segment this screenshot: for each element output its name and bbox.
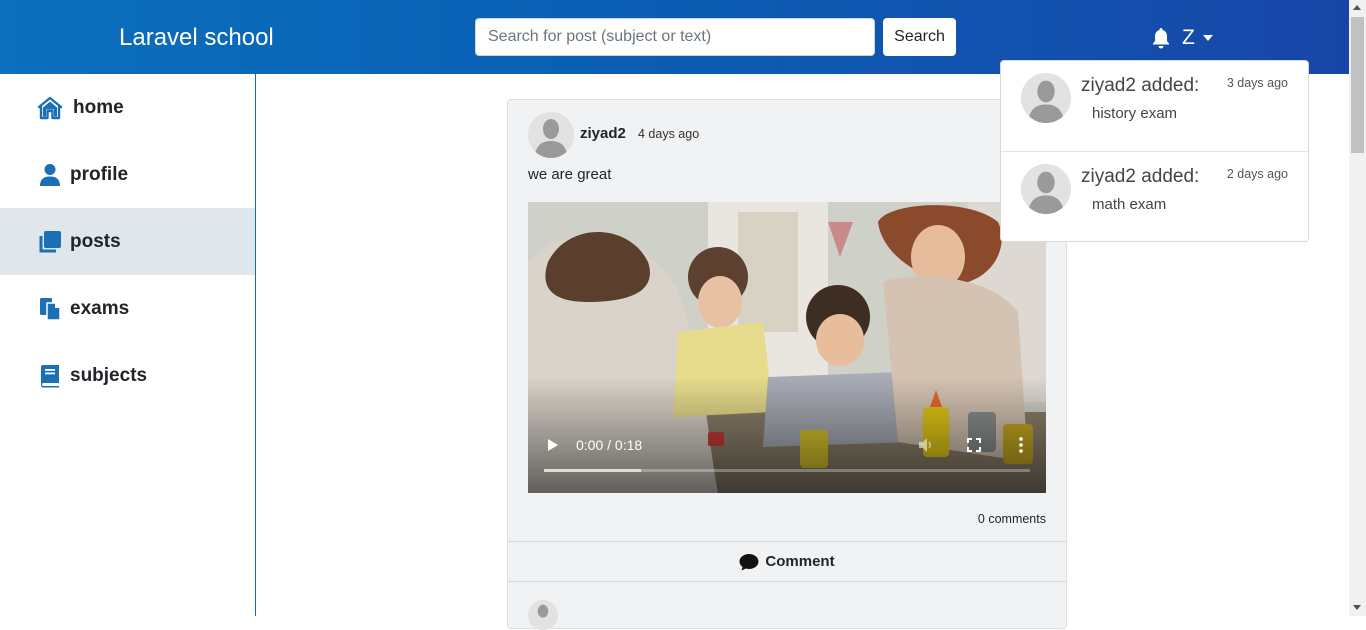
video-progress-track[interactable]	[544, 469, 1030, 472]
default-avatar-icon	[1021, 164, 1071, 214]
notification-text: math exam	[1092, 196, 1167, 213]
notification-author: ziyad2 added:	[1081, 166, 1200, 187]
notifications-dropdown: ziyad2 added: 3 days ago history exam zi…	[1000, 60, 1309, 242]
exams-icon	[40, 297, 61, 321]
avatar[interactable]	[528, 112, 574, 158]
volume-icon[interactable]	[918, 437, 934, 453]
user-initial: Z	[1182, 26, 1195, 49]
play-icon[interactable]	[548, 439, 558, 451]
post-text: we are great	[528, 166, 612, 183]
page-scrollbar[interactable]	[1349, 0, 1366, 616]
sidebar: home profile posts exams subjects	[0, 74, 256, 616]
notification-item[interactable]: ziyad2 added: 3 days ago history exam	[1001, 61, 1308, 151]
sidebar-item-label: home	[73, 96, 124, 118]
post-card: ziyad2 4 days ago we are great 0:00 / 0:…	[507, 99, 1067, 630]
user-icon	[40, 163, 60, 186]
video-buffered-fill	[544, 469, 642, 472]
comments-count[interactable]: 0 comments	[978, 512, 1046, 526]
comment-button[interactable]: Comment	[508, 541, 1066, 582]
notification-item[interactable]: ziyad2 added: 2 days ago math exam	[1001, 151, 1308, 241]
video-time: 0:00 / 0:18	[576, 437, 643, 453]
scroll-up-icon[interactable]	[1353, 5, 1361, 10]
comment-avatar	[528, 600, 558, 630]
post-author[interactable]: ziyad2	[580, 125, 626, 142]
posts-icon	[39, 230, 61, 252]
book-icon	[41, 364, 59, 387]
scroll-down-icon[interactable]	[1353, 605, 1361, 610]
sidebar-item-label: posts	[70, 230, 121, 252]
sidebar-item-posts[interactable]: posts	[0, 208, 255, 275]
video-player[interactable]: 0:00 / 0:18	[528, 202, 1046, 493]
comment-icon	[739, 553, 759, 570]
notification-time: 3 days ago	[1226, 76, 1288, 90]
home-icon	[38, 96, 62, 119]
caret-down-icon	[1202, 35, 1213, 41]
avatar	[1021, 164, 1071, 214]
scroll-thumb[interactable]	[1351, 17, 1364, 153]
bell-icon[interactable]	[1151, 27, 1171, 49]
sidebar-item-label: profile	[70, 163, 129, 185]
default-avatar-icon	[1021, 73, 1071, 123]
fullscreen-icon[interactable]	[967, 438, 981, 452]
notification-text: history exam	[1092, 105, 1178, 122]
sidebar-item-profile[interactable]: profile	[0, 141, 255, 208]
sidebar-item-subjects[interactable]: subjects	[0, 342, 255, 409]
default-avatar-icon	[528, 112, 574, 158]
comment-button-label: Comment	[765, 553, 835, 570]
sidebar-item-label: exams	[70, 297, 130, 319]
default-avatar-icon	[528, 600, 558, 630]
notification-time: 2 days ago	[1226, 167, 1288, 181]
more-options-icon[interactable]	[1018, 437, 1024, 453]
sidebar-item-home[interactable]: home	[0, 74, 255, 141]
avatar	[1021, 73, 1071, 123]
search-input[interactable]	[475, 18, 875, 56]
sidebar-item-exams[interactable]: exams	[0, 275, 255, 342]
brand-title[interactable]: Laravel school	[119, 24, 274, 52]
search-button[interactable]: Search	[883, 18, 956, 56]
sidebar-item-label: subjects	[70, 364, 148, 386]
post-timestamp: 4 days ago	[638, 127, 700, 141]
user-menu-toggle[interactable]: Z	[1182, 26, 1213, 50]
notification-author: ziyad2 added:	[1081, 75, 1200, 96]
